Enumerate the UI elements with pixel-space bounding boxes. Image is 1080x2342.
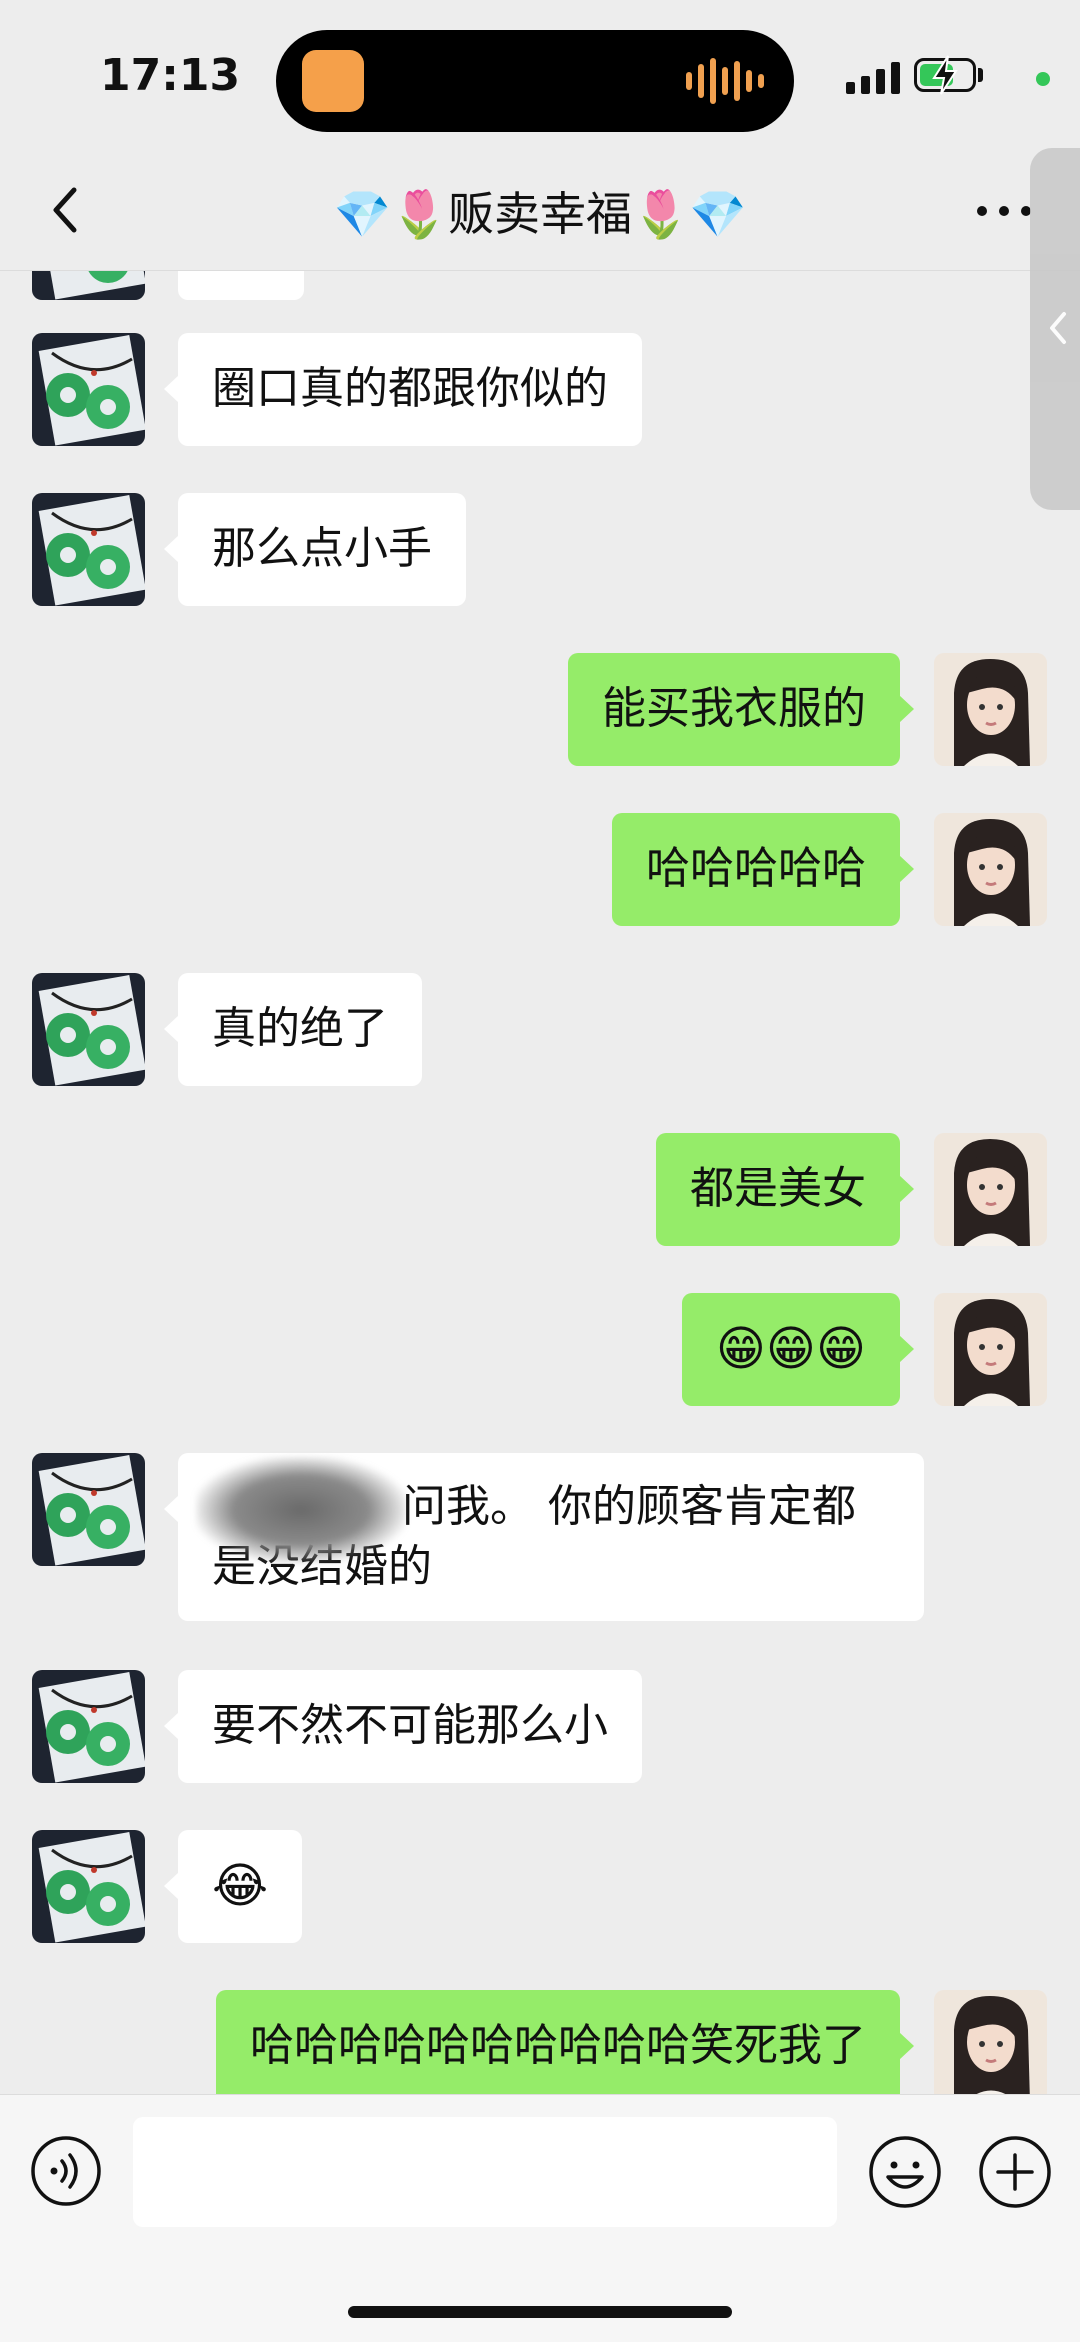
- cellular-signal-icon: [846, 60, 900, 94]
- privacy-indicator-dot: [1036, 72, 1050, 86]
- back-button[interactable]: [36, 180, 96, 240]
- audio-waveform-icon: [686, 56, 764, 106]
- my-avatar[interactable]: [934, 1293, 1047, 1406]
- battery-cap: [978, 68, 983, 82]
- message-list[interactable]: 圈口真的都跟你似的 那么点小手 能买我衣服的 哈哈哈哈哈 真的绝了 都是美女 😁…: [0, 271, 1080, 2094]
- message-bubble[interactable]: 哈哈哈哈哈: [612, 813, 914, 926]
- home-indicator[interactable]: [348, 2306, 732, 2318]
- input-bar: [0, 2094, 1080, 2342]
- contact-avatar[interactable]: [32, 973, 145, 1086]
- status-time: 17:13: [100, 50, 241, 101]
- more-options-button[interactable]: [972, 186, 1036, 236]
- contact-avatar[interactable]: [32, 1830, 145, 1943]
- contact-avatar[interactable]: [32, 271, 145, 300]
- message-bubble[interactable]: 😂: [163, 1830, 303, 1943]
- message-bubble[interactable]: [178, 271, 304, 300]
- contact-avatar[interactable]: [32, 493, 145, 606]
- plus-button[interactable]: [978, 2135, 1052, 2209]
- charging-bolt-icon: [932, 55, 958, 95]
- my-avatar[interactable]: [934, 1990, 1047, 2094]
- my-avatar[interactable]: [934, 653, 1047, 766]
- redacted-text-smudge: [196, 1457, 406, 1563]
- message-bubble[interactable]: 圈口真的都跟你似的: [164, 333, 642, 446]
- voice-input-button[interactable]: [30, 2135, 102, 2207]
- side-panel-handle[interactable]: [1030, 148, 1080, 510]
- message-bubble[interactable]: 那么点小手: [164, 493, 466, 606]
- message-bubble[interactable]: 要不然不可能那么小: [164, 1670, 642, 1783]
- chevron-left-icon: [1050, 312, 1066, 344]
- contact-avatar[interactable]: [32, 1453, 145, 1566]
- dynamic-island[interactable]: [276, 30, 794, 132]
- my-avatar[interactable]: [934, 1133, 1047, 1246]
- status-bar: 17:13: [0, 0, 1080, 150]
- message-bubble[interactable]: 问我。 你的顾客肯定都是没结婚的: [164, 1453, 924, 1621]
- my-avatar[interactable]: [934, 813, 1047, 926]
- message-bubble[interactable]: 哈哈哈哈哈哈哈哈哈哈笑死我了: [216, 1990, 914, 2094]
- chat-nav-bar: 💎🌷贩卖幸福🌷💎: [0, 150, 1080, 271]
- contact-avatar[interactable]: [32, 333, 145, 446]
- message-bubble[interactable]: 😁😁😁: [681, 1293, 915, 1406]
- chat-screen: 17:13 💎🌷贩卖幸福🌷💎 圈口真的都跟你似的 那么点小手 能买我衣服的 哈哈…: [0, 0, 1080, 2342]
- chat-title: 💎🌷贩卖幸福🌷💎: [333, 187, 747, 241]
- emoji-button[interactable]: [868, 2135, 942, 2209]
- message-bubble[interactable]: 都是美女: [656, 1133, 914, 1246]
- contact-avatar[interactable]: [32, 1670, 145, 1783]
- message-bubble[interactable]: 真的绝了: [164, 973, 422, 1086]
- live-activity-app-icon: [302, 50, 364, 112]
- message-input[interactable]: [133, 2117, 837, 2227]
- message-bubble[interactable]: 能买我衣服的: [568, 653, 914, 766]
